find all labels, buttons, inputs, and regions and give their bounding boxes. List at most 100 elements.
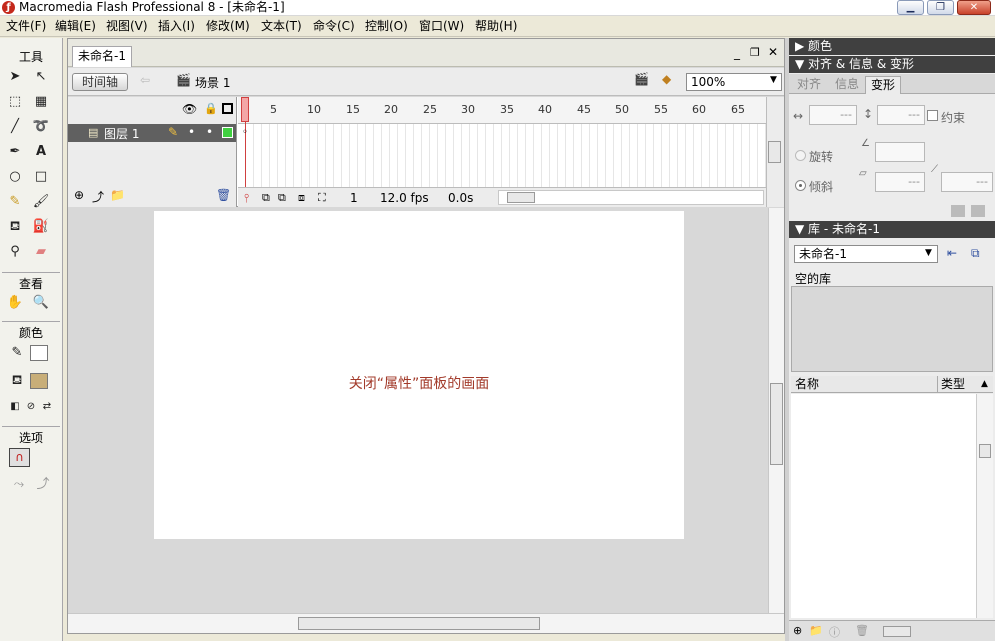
copy-transform-icon[interactable] xyxy=(951,205,965,217)
library-hscroll-thumb[interactable] xyxy=(883,626,911,637)
stage-hscroll-thumb[interactable] xyxy=(298,617,540,630)
insert-folder-icon[interactable]: 📁 xyxy=(110,188,125,202)
zoom-dropdown-icon[interactable]: ▼ xyxy=(770,75,777,85)
tab-align[interactable]: 对齐 xyxy=(792,76,826,94)
library-select-arrow-icon[interactable]: ▼ xyxy=(925,248,932,258)
eraser-tool-icon[interactable]: ▰ xyxy=(32,243,50,261)
menu-modify[interactable]: 修改(M) xyxy=(206,19,250,34)
onion-skin-icon[interactable]: ⧉ xyxy=(262,191,270,205)
menu-text[interactable]: 文本(T) xyxy=(261,19,302,34)
skew-radio[interactable] xyxy=(795,180,806,191)
center-frame-icon[interactable]: ⫯ xyxy=(244,191,249,206)
pen-tool-icon[interactable]: ✒ xyxy=(6,143,24,161)
smooth-icon[interactable]: ⤳ xyxy=(10,476,28,494)
skew-v-field[interactable]: --- xyxy=(941,172,993,192)
frame-ruler[interactable]: 1 5 10 15 20 25 30 35 40 45 50 55 60 65 xyxy=(238,97,766,124)
keyframe-marker[interactable]: ◦ xyxy=(242,127,248,138)
playhead[interactable] xyxy=(241,97,249,122)
fill-transform-tool-icon[interactable]: ▦ xyxy=(32,93,50,111)
doc-minimize-icon[interactable]: _ xyxy=(734,46,740,60)
timeline-vscroll[interactable] xyxy=(766,97,784,207)
paint-bucket-tool-icon[interactable]: ⛽ xyxy=(32,218,50,236)
onion-outline-icon[interactable]: ⧉ xyxy=(278,191,286,205)
snap-magnet-icon[interactable]: ∩ xyxy=(9,448,30,467)
new-folder-icon[interactable]: 📁 xyxy=(809,624,823,637)
constrain-checkbox[interactable] xyxy=(927,110,938,121)
restore-button[interactable]: ❐ xyxy=(927,0,954,15)
stage[interactable]: 关闭“属性”面板的画面 xyxy=(154,211,684,539)
rotate-field[interactable] xyxy=(875,142,925,162)
layer-name[interactable]: 图层 1 xyxy=(104,125,139,142)
properties-icon[interactable]: ⓘ xyxy=(829,624,840,640)
menu-window[interactable]: 窗口(W) xyxy=(419,19,464,34)
align-panel-header[interactable]: ▼ 对齐 & 信息 & 变形 xyxy=(789,56,995,73)
brush-tool-icon[interactable]: 🖌 xyxy=(32,193,50,211)
pencil-tool-icon[interactable]: ✎ xyxy=(6,193,24,211)
col-name[interactable]: 名称 xyxy=(795,376,819,392)
reset-transform-icon[interactable] xyxy=(971,205,985,217)
timeline-hscroll-thumb[interactable] xyxy=(507,192,535,203)
zoom-select[interactable]: 100% xyxy=(686,73,782,91)
stage-vscroll-thumb[interactable] xyxy=(770,383,783,465)
layer-row[interactable]: ▤ 图层 1 ✎ • • xyxy=(68,124,236,142)
pin-library-icon[interactable]: ⇤ xyxy=(947,246,957,260)
menu-control[interactable]: 控制(O) xyxy=(365,19,408,34)
outline-color-box[interactable] xyxy=(222,127,233,138)
library-vscroll[interactable] xyxy=(976,394,993,618)
delete-layer-icon[interactable]: 🗑 xyxy=(216,188,231,202)
document-tab[interactable]: 未命名-1 xyxy=(72,46,132,67)
stroke-color-swatch[interactable] xyxy=(30,345,48,361)
library-vscroll-thumb[interactable] xyxy=(979,444,991,458)
menu-file[interactable]: 文件(F) xyxy=(6,19,46,34)
tab-transform[interactable]: 变形 xyxy=(865,76,902,94)
lock-icon[interactable]: 🔒 xyxy=(204,102,218,115)
insert-layer-icon[interactable]: ⊕ xyxy=(74,188,84,202)
swap-colors-icon[interactable]: ⇄ xyxy=(38,398,56,416)
subselection-tool-icon[interactable]: ↖ xyxy=(32,68,50,86)
minimize-button[interactable]: ▁ xyxy=(897,0,924,15)
library-list[interactable] xyxy=(791,394,993,618)
menu-commands[interactable]: 命令(C) xyxy=(313,19,355,34)
doc-restore-icon[interactable]: ❐ xyxy=(750,46,760,59)
sort-arrow-icon[interactable]: ▲ xyxy=(981,376,988,392)
stage-hscroll[interactable] xyxy=(68,613,784,633)
delete-icon[interactable]: 🗑 xyxy=(855,624,869,637)
stage-vscroll[interactable] xyxy=(768,208,784,613)
new-library-icon[interactable]: ⧉ xyxy=(971,246,980,261)
close-button[interactable]: ✕ xyxy=(957,0,991,15)
free-transform-tool-icon[interactable]: ⬚ xyxy=(6,93,24,111)
lock-dot[interactable]: • xyxy=(206,125,213,139)
fill-color-swatch[interactable] xyxy=(30,373,48,389)
oval-tool-icon[interactable]: ○ xyxy=(6,168,24,186)
rotate-radio[interactable] xyxy=(795,150,806,161)
zoom-tool-icon[interactable]: 🔍 xyxy=(32,294,50,312)
library-document-select[interactable]: 未命名-1 xyxy=(794,245,938,263)
width-field[interactable]: --- xyxy=(809,105,857,125)
menu-help[interactable]: 帮助(H) xyxy=(475,19,517,34)
edit-scene-icon[interactable]: 🎬 xyxy=(634,72,649,86)
skew-h-field[interactable]: --- xyxy=(875,172,925,192)
rectangle-tool-icon[interactable]: □ xyxy=(32,168,50,186)
modify-onion-markers-icon[interactable]: ⛶ xyxy=(318,191,326,205)
lasso-tool-icon[interactable]: ➰ xyxy=(32,118,50,136)
ink-bottle-tool-icon[interactable]: ⛾ xyxy=(6,218,24,236)
timeline-hscroll[interactable] xyxy=(498,190,764,205)
eyedropper-tool-icon[interactable]: ⚲ xyxy=(6,243,24,261)
hand-tool-icon[interactable]: ✋ xyxy=(6,294,24,312)
menu-insert[interactable]: 插入(I) xyxy=(158,19,195,34)
eye-icon[interactable]: 👁 xyxy=(182,102,197,116)
add-guide-layer-icon[interactable]: ⤴ xyxy=(92,188,104,205)
color-panel-header[interactable]: ▶ 颜色 xyxy=(789,38,995,55)
edit-symbols-icon[interactable]: ◆ xyxy=(662,72,671,86)
menu-view[interactable]: 视图(V) xyxy=(106,19,148,34)
back-arrow-icon[interactable]: ⇦ xyxy=(140,73,150,87)
outline-icon[interactable] xyxy=(222,103,233,114)
new-symbol-icon[interactable]: ⊕ xyxy=(793,624,802,637)
tab-info[interactable]: 信息 xyxy=(830,76,864,94)
selection-tool-icon[interactable]: ➤ xyxy=(6,68,24,86)
timeline-toggle-button[interactable]: 时间轴 xyxy=(72,73,128,91)
visibility-dot[interactable]: • xyxy=(188,125,195,139)
timeline-vscroll-thumb[interactable] xyxy=(768,141,781,163)
menu-edit[interactable]: 编辑(E) xyxy=(55,19,96,34)
straighten-icon[interactable]: ⤴ xyxy=(34,476,52,494)
